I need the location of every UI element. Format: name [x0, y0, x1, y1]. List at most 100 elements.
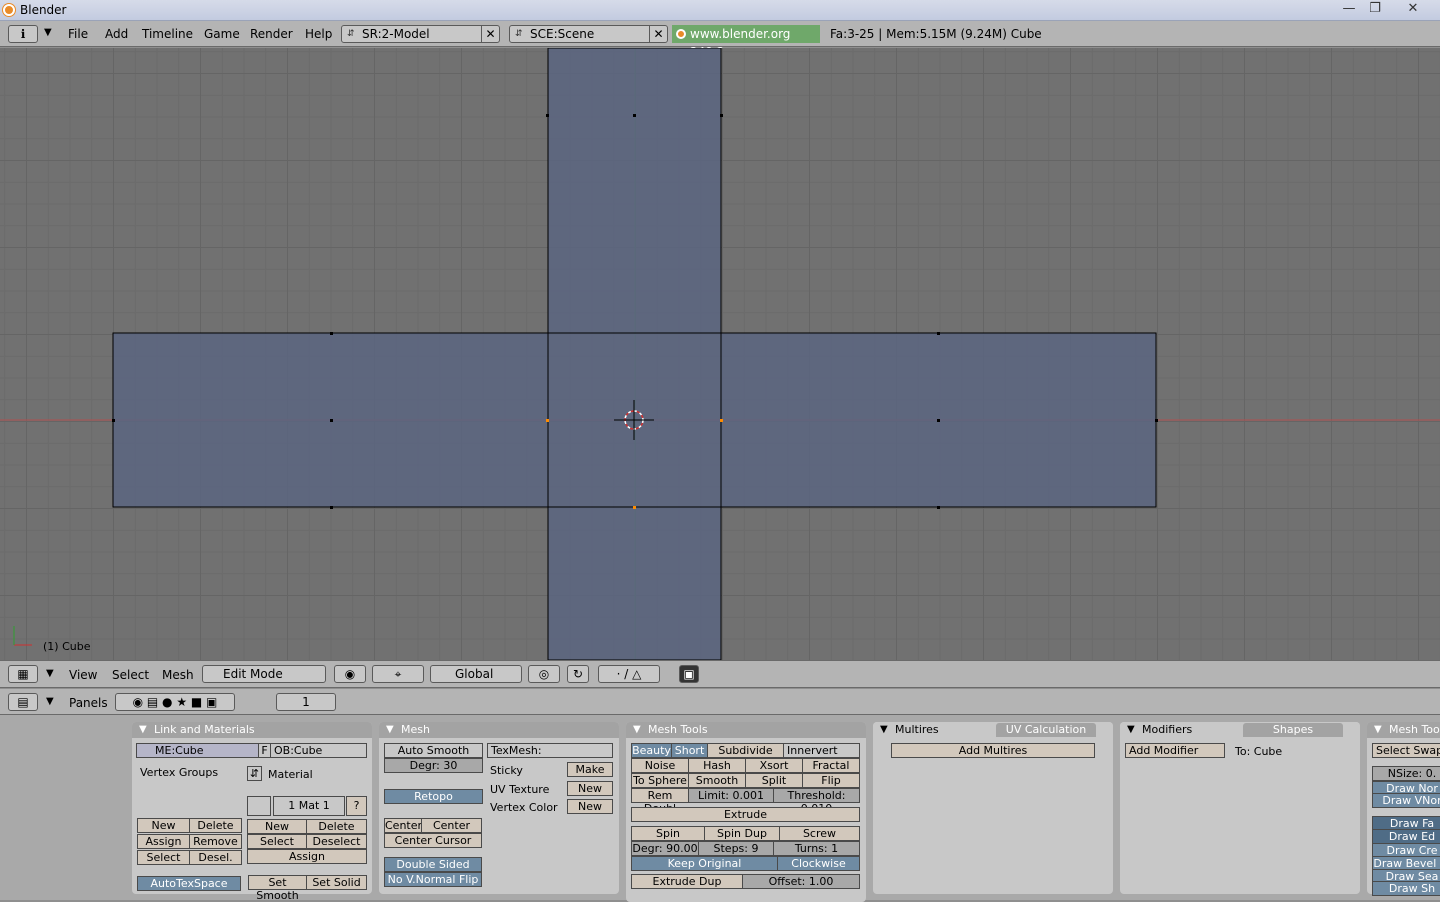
collapse-icon[interactable]: ▼ [880, 722, 888, 738]
double-sided-toggle[interactable]: Double Sided [384, 857, 482, 872]
vgroup-delete-button[interactable]: Delete [189, 818, 242, 833]
tab-uv-calculation[interactable]: UV Calculation [996, 723, 1096, 737]
screw-button[interactable]: Screw [779, 826, 860, 841]
mesh-canvas[interactable] [0, 48, 1440, 660]
menu-help[interactable]: Help [305, 27, 332, 41]
autotexspace-toggle[interactable]: AutoTexSpace [137, 876, 241, 891]
center-cursor-button[interactable]: Center Cursor [384, 833, 482, 848]
material-help-button[interactable]: ? [346, 796, 367, 816]
turns-field[interactable]: Turns: 1 [773, 841, 860, 856]
offset-field[interactable]: Offset: 1.00 [742, 874, 860, 889]
draw-sharp-toggle[interactable]: Draw Sh [1372, 881, 1440, 896]
screen-name[interactable]: SR:2-Model [362, 27, 430, 41]
threshold-field[interactable]: Threshold: 0.010 [773, 788, 860, 815]
frame-value[interactable]: 1 [302, 695, 310, 709]
menu-file[interactable]: File [68, 27, 88, 41]
subdivide-button[interactable]: Subdivide [707, 743, 784, 758]
mesh-name-field[interactable]: ME:Cube [136, 743, 259, 758]
screen-selector[interactable]: ⇵ SR:2-Model ✕ [341, 25, 500, 43]
material-deselect-button[interactable]: Deselect [306, 834, 367, 849]
panel-title[interactable]: ▼ Mesh Tools [626, 722, 866, 738]
mode-value[interactable]: Edit Mode [223, 667, 283, 681]
panel-tabs[interactable]: ▼ Multires UV Calculation [873, 722, 1113, 738]
menu-game[interactable]: Game [204, 27, 240, 41]
menu-add[interactable]: Add [105, 27, 128, 41]
snap-icon[interactable]: ↻ [567, 665, 589, 683]
noise-button[interactable]: Noise [631, 758, 689, 773]
select-swap-button[interactable]: Select Swap [1372, 743, 1440, 758]
collapse-icon[interactable]: ▼ [1374, 722, 1382, 738]
proportional-edit-icon[interactable]: ◎ [528, 665, 560, 683]
vertex-color-new-button[interactable]: New [567, 799, 613, 814]
add-modifier-button[interactable]: Add Modifier [1125, 743, 1225, 758]
draw-edges-toggle[interactable]: Draw Ed [1372, 829, 1440, 844]
fractal-button[interactable]: Fractal [802, 758, 860, 773]
draw-vnormals-toggle[interactable]: Draw VNor [1372, 793, 1440, 808]
collapse-icon[interactable]: ▼ [1127, 722, 1135, 738]
steps-field[interactable]: Steps: 9 [698, 841, 774, 856]
short-toggle[interactable]: Short [671, 743, 708, 758]
minimize-icon[interactable]: — [1338, 1, 1360, 18]
keep-original-toggle[interactable]: Keep Original [631, 856, 778, 871]
collapse-icon[interactable]: ▼ [139, 722, 147, 738]
sticky-make-button[interactable]: Make [567, 762, 613, 777]
add-multires-button[interactable]: Add Multires [891, 743, 1095, 758]
draw-type-icon[interactable]: ◉ [334, 665, 366, 683]
panels-label[interactable]: Panels [69, 696, 108, 710]
panel-title[interactable]: ▼ Mesh [379, 722, 619, 738]
extrude-button[interactable]: Extrude [631, 807, 860, 822]
pivot-icon[interactable]: ⌖ [372, 665, 424, 683]
maximize-icon[interactable]: ❐ [1364, 1, 1386, 18]
object-name-field[interactable]: OB:Cube [270, 743, 367, 758]
vgroup-deselect-button[interactable]: Desel. [189, 850, 242, 865]
vgroup-spinner-icon[interactable]: ⇵ [247, 766, 262, 781]
panel-tabs[interactable]: ▼ Modifiers Shapes [1120, 722, 1360, 738]
collapse-icon[interactable]: ▼ [633, 722, 641, 738]
collapse-menu-icon[interactable]: ▼ [44, 27, 52, 38]
uv-texture-new-button[interactable]: New [567, 781, 613, 796]
clockwise-toggle[interactable]: Clockwise [777, 856, 860, 871]
editor-type-info-icon[interactable]: ℹ [8, 25, 38, 43]
editor-type-grid-icon[interactable]: ▦ [8, 665, 38, 683]
menu-mesh[interactable]: Mesh [162, 668, 194, 682]
texmesh-field[interactable]: TexMesh: [487, 743, 613, 758]
center-button[interactable]: Center [384, 818, 422, 833]
to-sphere-button[interactable]: To Sphere [631, 773, 689, 788]
panel-title[interactable]: ▼ Mesh Tools [1367, 722, 1440, 738]
mode-selector[interactable]: Edit Mode [202, 665, 326, 683]
material-new-button[interactable]: New [247, 819, 307, 834]
set-solid-button[interactable]: Set Solid [306, 875, 367, 890]
context-icons[interactable]: ◉ ▤ ● ★ ■ ▣ [115, 693, 235, 711]
scene-name[interactable]: SCE:Scene [530, 27, 594, 41]
delete-screen-icon[interactable]: ✕ [481, 26, 499, 42]
editor-type-buttons-icon[interactable]: ▤ [8, 693, 38, 711]
xsort-button[interactable]: Xsort [745, 758, 803, 773]
spin-degr-field[interactable]: Degr: 90.00 [631, 841, 699, 856]
scene-selector[interactable]: ⇵ SCE:Scene ✕ [509, 25, 668, 43]
orientation-selector[interactable]: Global [430, 665, 522, 683]
material-color-swatch[interactable] [247, 796, 271, 816]
set-smooth-button[interactable]: Set Smooth [248, 875, 307, 902]
no-vnormal-flip-toggle[interactable]: No V.Normal Flip [384, 872, 482, 887]
menu-view[interactable]: View [69, 668, 97, 682]
smooth-button[interactable]: Smooth [688, 773, 746, 788]
tab-modifiers[interactable]: Modifiers [1142, 723, 1192, 736]
nsize-field[interactable]: NSize: 0. [1372, 766, 1440, 781]
menu-render[interactable]: Render [250, 27, 293, 41]
split-button[interactable]: Split [745, 773, 803, 788]
spin-dup-button[interactable]: Spin Dup [704, 826, 780, 841]
menu-select[interactable]: Select [112, 668, 149, 682]
frame-field[interactable]: 1 [276, 693, 336, 711]
spin-button[interactable]: Spin [631, 826, 705, 841]
select-mode-icons[interactable]: · / △ [598, 665, 660, 683]
vgroup-remove-button[interactable]: Remove [189, 834, 242, 849]
center-new-button[interactable]: Center New [421, 818, 482, 845]
material-select-button[interactable]: Select [247, 834, 307, 849]
vgroup-new-button[interactable]: New [137, 818, 190, 833]
material-assign-button[interactable]: Assign [247, 849, 367, 864]
flip-normal-button[interactable]: Flip Normal [802, 773, 860, 800]
3d-viewport[interactable]: (1) Cube [0, 48, 1440, 660]
retopo-toggle[interactable]: Retopo [384, 789, 483, 804]
limit-field[interactable]: Limit: 0.001 [688, 788, 774, 803]
close-icon[interactable]: ✕ [1402, 1, 1424, 18]
